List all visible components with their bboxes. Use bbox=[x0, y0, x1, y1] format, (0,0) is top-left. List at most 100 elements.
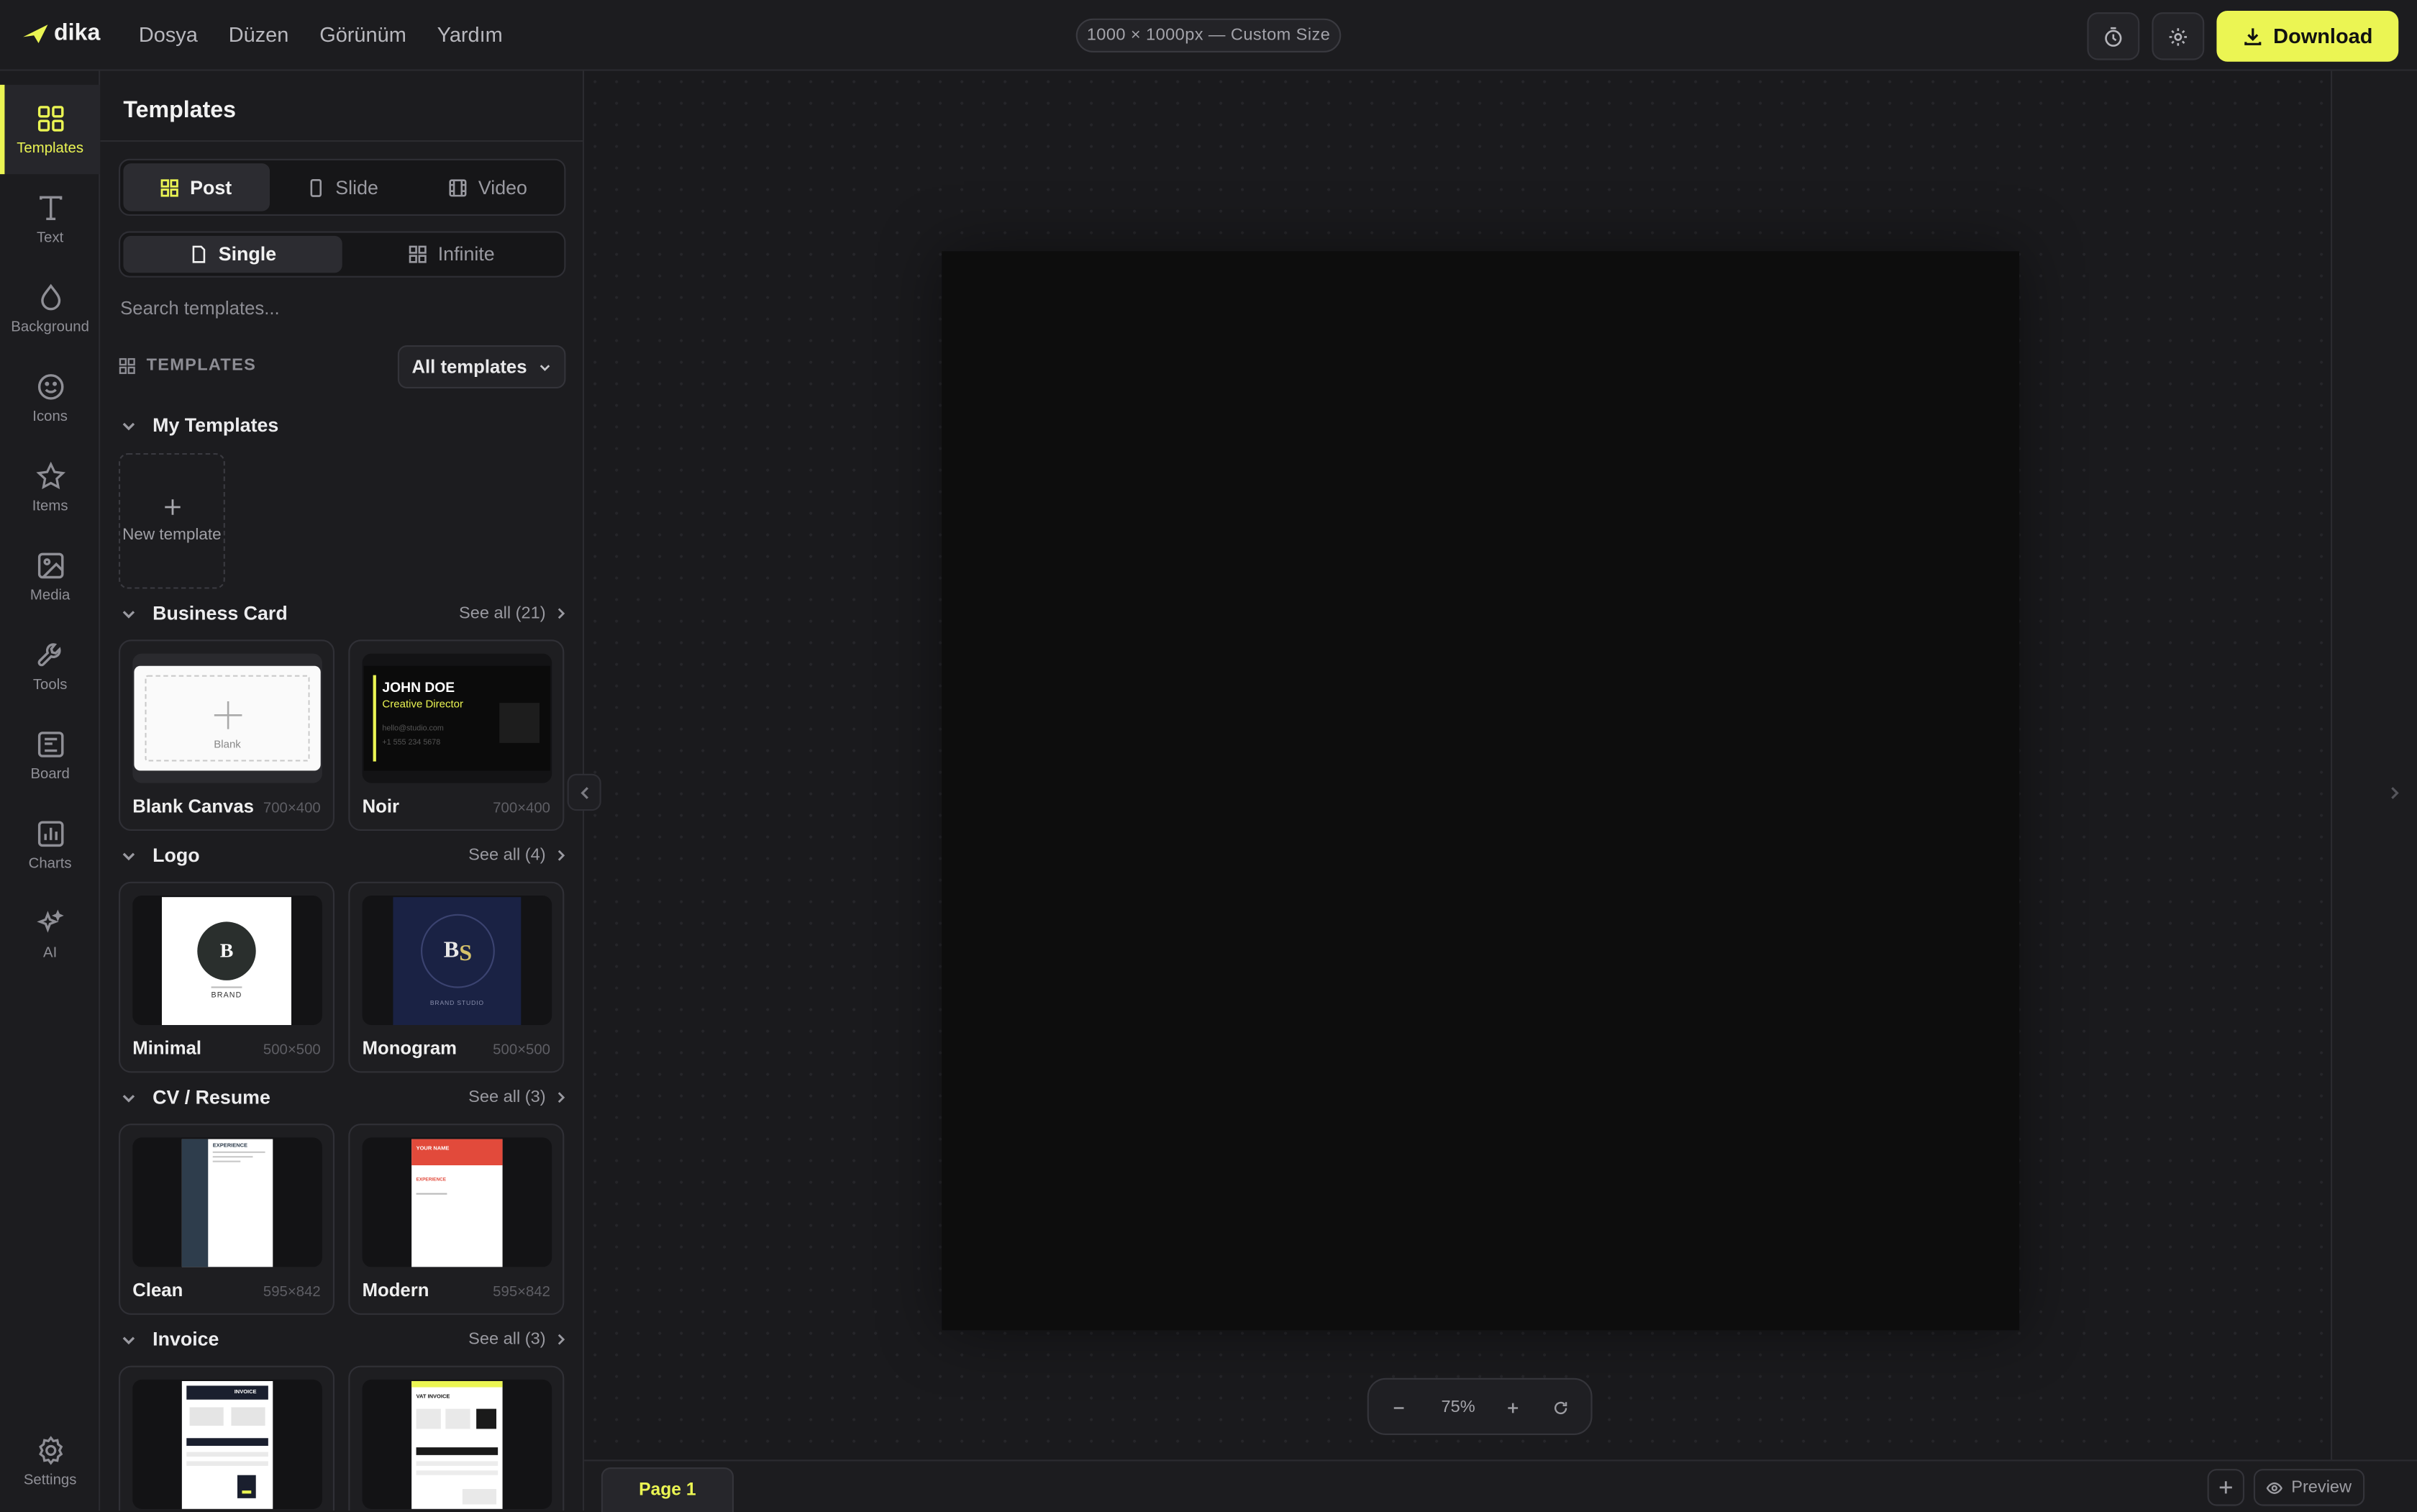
app-root: dika Dosya Düzen Görünüm Yardım 1000 × 1… bbox=[0, 0, 2417, 1512]
clean-cv-preview: EXPERIENCE bbox=[181, 1139, 273, 1267]
noir-role: Creative Director bbox=[382, 699, 463, 711]
noir-accent-bar bbox=[373, 675, 376, 762]
menu-dosya[interactable]: Dosya bbox=[139, 23, 198, 46]
all-templates-dropdown[interactable]: All templates bbox=[397, 345, 566, 388]
tab-slide[interactable]: Slide bbox=[269, 163, 415, 211]
settings-top-button[interactable] bbox=[2152, 12, 2205, 60]
template-card-modern[interactable]: YOUR NAME EXPERIENCE Modern 595×842 bbox=[348, 1124, 565, 1315]
panel-title: Templates bbox=[123, 97, 237, 124]
blank-card-preview: Blank bbox=[134, 665, 321, 771]
invoice-table-head bbox=[186, 1438, 268, 1446]
tab-post[interactable]: Post bbox=[123, 163, 270, 211]
template-card-monogram[interactable]: BS BRAND STUDIO Monogram 500×500 bbox=[348, 881, 565, 1073]
clean-line bbox=[212, 1156, 253, 1158]
text-icon bbox=[38, 195, 62, 219]
tab-single[interactable]: Single bbox=[123, 235, 342, 273]
film-icon bbox=[450, 178, 468, 196]
tab-infinite[interactable]: Infinite bbox=[342, 236, 561, 273]
page-tab-1[interactable]: Page 1 bbox=[601, 1467, 734, 1512]
template-card-invoice[interactable]: INVOICE bbox=[119, 1365, 334, 1511]
invoice-total bbox=[237, 1475, 256, 1498]
template-card-noir[interactable]: JOHN DOE Creative Director hello@studio.… bbox=[348, 639, 565, 831]
add-page-button[interactable] bbox=[2207, 1469, 2244, 1506]
noir-logo-box bbox=[499, 703, 540, 743]
zoom-out-button[interactable] bbox=[1388, 1396, 1409, 1418]
zoom-in-button[interactable] bbox=[1501, 1396, 1523, 1418]
rail-item-templates[interactable]: Templates bbox=[0, 84, 101, 175]
menu-yardim[interactable]: Yardım bbox=[437, 23, 503, 46]
artboard[interactable] bbox=[942, 251, 2020, 1331]
section-my-templates[interactable]: My Templates bbox=[120, 413, 567, 441]
template-size: 595×842 bbox=[263, 1284, 321, 1301]
see-all-link[interactable]: See all (3) bbox=[468, 1088, 567, 1107]
tab-single-label: Single bbox=[218, 243, 277, 265]
rail-item-tools[interactable]: Tools bbox=[0, 621, 100, 711]
new-template-button[interactable]: New template bbox=[119, 453, 225, 589]
template-thumbnail: YOUR NAME EXPERIENCE bbox=[362, 1137, 552, 1267]
chevron-left-icon bbox=[580, 786, 588, 798]
vat-table-head bbox=[416, 1447, 499, 1455]
pages-bar: Page 1 Preview bbox=[584, 1459, 2417, 1512]
rail-item-media[interactable]: Media bbox=[0, 532, 100, 621]
rail-item-settings[interactable]: Settings bbox=[0, 1416, 100, 1506]
search-input[interactable]: Search templates... bbox=[120, 298, 564, 326]
canvas-size-pill[interactable]: 1000 × 1000px — Custom Size bbox=[1075, 18, 1342, 53]
section-business-card[interactable]: Business Card See all (21) bbox=[120, 601, 567, 629]
preview-button[interactable]: Preview bbox=[2253, 1469, 2365, 1506]
refresh-icon bbox=[1553, 1401, 1567, 1413]
expand-right-panel-button[interactable] bbox=[2385, 781, 2403, 803]
template-size: 500×500 bbox=[493, 1042, 550, 1060]
download-icon bbox=[2244, 28, 2261, 45]
menu-duzen[interactable]: Düzen bbox=[229, 23, 289, 46]
blank-label: Blank bbox=[214, 739, 241, 751]
chevron-right-icon bbox=[557, 1334, 565, 1345]
history-button[interactable] bbox=[2087, 12, 2140, 60]
grid-icon bbox=[161, 178, 179, 196]
tab-infinite-label: Infinite bbox=[437, 243, 495, 265]
collapse-panel-button[interactable] bbox=[567, 773, 601, 811]
download-button[interactable]: Download bbox=[2216, 11, 2399, 62]
tab-video[interactable]: Video bbox=[415, 163, 561, 211]
zoom-reset-button[interactable] bbox=[1549, 1396, 1571, 1418]
timer-icon bbox=[2105, 26, 2122, 46]
vat-block bbox=[445, 1408, 470, 1429]
menu-bar: Dosya Düzen Görünüm Yardım bbox=[139, 23, 503, 46]
plus-icon bbox=[214, 701, 242, 729]
see-all-link[interactable]: See all (4) bbox=[468, 846, 567, 865]
plus-icon bbox=[1507, 1402, 1518, 1413]
vat-row bbox=[416, 1461, 499, 1466]
logo-mark-icon bbox=[23, 24, 48, 42]
section-invoice[interactable]: Invoice See all (3) bbox=[120, 1327, 567, 1355]
monogram-logo-preview: BS BRAND STUDIO bbox=[393, 897, 522, 1025]
section-cv-resume[interactable]: CV / Resume See all (3) bbox=[120, 1085, 567, 1113]
rail-item-items[interactable]: Items bbox=[0, 442, 100, 532]
rail-item-background[interactable]: Background bbox=[0, 263, 100, 352]
rail-item-icons[interactable]: Icons bbox=[0, 353, 100, 442]
modern-section: EXPERIENCE bbox=[416, 1176, 447, 1183]
rail-label-background: Background bbox=[11, 318, 89, 336]
see-all-link[interactable]: See all (3) bbox=[468, 1330, 567, 1349]
rail-item-board[interactable]: Board bbox=[0, 711, 100, 800]
template-card-clean[interactable]: EXPERIENCE Clean 595×842 bbox=[119, 1124, 334, 1315]
template-thumbnail: Blank bbox=[132, 653, 322, 783]
rail-item-charts[interactable]: Charts bbox=[0, 800, 100, 889]
chevron-right-icon bbox=[557, 608, 565, 619]
clean-line bbox=[212, 1151, 265, 1153]
template-size: 500×500 bbox=[263, 1042, 321, 1060]
invoice-row bbox=[186, 1461, 268, 1466]
rail-item-ai[interactable]: AI bbox=[0, 889, 100, 978]
menu-gorunum[interactable]: Görünüm bbox=[319, 23, 406, 46]
minimal-brand: BRAND bbox=[211, 990, 242, 1001]
section-logo[interactable]: Logo See all (4) bbox=[120, 843, 567, 871]
invoice-row bbox=[186, 1452, 268, 1457]
minimal-logo-preview: B BRAND bbox=[162, 897, 291, 1025]
template-card-vat-invoice[interactable]: VAT INVOICE bbox=[348, 1365, 565, 1511]
see-all-link[interactable]: See all (21) bbox=[459, 604, 568, 623]
template-card-blank-canvas[interactable]: Blank Blank Canvas 700×400 bbox=[119, 639, 334, 831]
template-card-minimal[interactable]: B BRAND Minimal 500×500 bbox=[119, 881, 334, 1073]
rail-item-text[interactable]: Text bbox=[0, 174, 100, 263]
top-bar: dika Dosya Düzen Görünüm Yardım 1000 × 1… bbox=[0, 0, 2417, 71]
chevron-down-icon bbox=[122, 1095, 135, 1103]
app-logo[interactable]: dika bbox=[22, 20, 100, 46]
preview-label: Preview bbox=[2291, 1478, 2352, 1497]
